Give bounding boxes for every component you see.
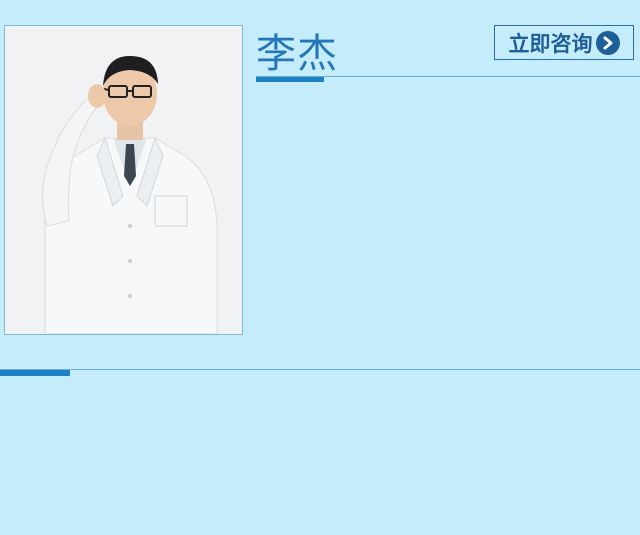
chevron-right-circle-icon xyxy=(595,30,620,55)
doctor-portrait-illustration xyxy=(5,26,242,334)
consult-now-label: 立即咨询 xyxy=(508,31,593,56)
section-accent-bar xyxy=(0,370,70,376)
name-accent-bar xyxy=(256,77,324,82)
doctor-name: 李杰 xyxy=(256,31,338,77)
consult-now-button[interactable]: 立即咨询 xyxy=(494,25,634,60)
doctor-photo xyxy=(4,25,243,335)
section-divider-line xyxy=(0,369,640,370)
doctor-profile-page: 李杰 立即咨询 xyxy=(0,0,640,535)
